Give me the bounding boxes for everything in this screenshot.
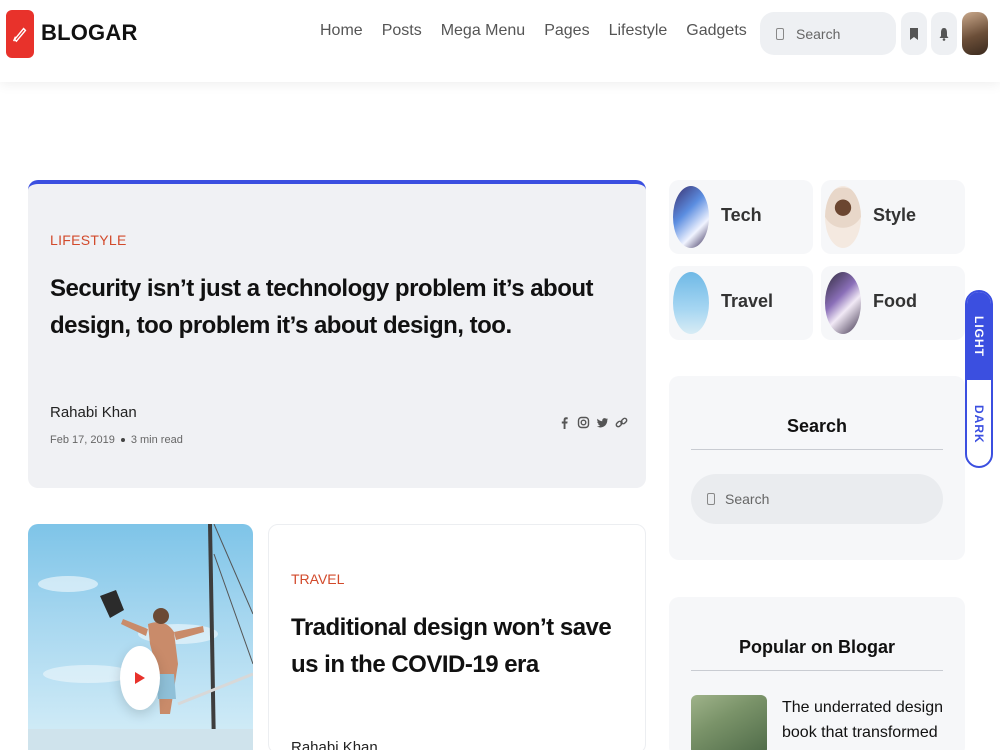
category-image [673,272,709,334]
dark-label: DARK [972,404,986,444]
theme-toggle[interactable]: LIGHT DARK [965,290,993,468]
featured-post-card[interactable]: LIFESTYLE Security isn’t just a technolo… [28,180,646,488]
bell-icon [939,27,949,41]
play-icon [135,672,145,684]
post-title[interactable]: Security isn’t just a technology problem… [50,270,610,344]
bookmark-icon [910,27,918,40]
instagram-icon[interactable] [577,416,590,429]
category-tech[interactable]: Tech [669,180,813,254]
post-title[interactable]: Traditional design won’t save us in the … [291,609,631,683]
light-label: LIGHT [972,315,986,357]
post-date: Feb 17, 2019 [50,434,115,446]
avatar[interactable] [962,12,988,55]
post-meta: Feb 17, 2019 3 min read [50,434,183,446]
header-search-placeholder: Search [796,25,841,42]
header-search-input[interactable]: Search [760,12,896,55]
brand-name[interactable]: BLOGAR [41,20,138,46]
post-read-time: 3 min read [130,434,183,446]
site-header: BLOGAR Home Posts Mega Menu Pages Lifest… [0,0,1000,82]
search-icon [707,493,715,505]
post-card[interactable]: TRAVEL Traditional design won’t save us … [268,524,646,750]
widget-title: Popular on Blogar [691,637,943,671]
category-image [825,186,861,248]
post-category[interactable]: LIFESTYLE [50,232,127,248]
popular-widget: Popular on Blogar The underrated design … [669,597,965,750]
link-icon[interactable] [615,416,628,429]
category-style[interactable]: Style [821,180,965,254]
nav-item-mega-menu[interactable]: Mega Menu [441,22,526,40]
category-name: Style [873,205,917,225]
nav-item-posts[interactable]: Posts [382,22,422,40]
dark-mode-button[interactable]: DARK [967,380,991,466]
search-widget: Search Search [669,376,965,560]
category-image [825,272,861,334]
post-author[interactable]: Rahabi Khan [50,404,137,421]
popular-post-thumbnail[interactable] [691,695,767,750]
category-image [673,186,709,248]
nav-item-gadgets[interactable]: Gadgets [686,22,746,40]
widget-title: Search [691,416,943,450]
nav-item-home[interactable]: Home [320,22,363,40]
nav-item-lifestyle[interactable]: Lifestyle [609,22,668,40]
play-button[interactable] [120,646,160,710]
sidebar-search-input[interactable]: Search [691,474,943,524]
search-icon [776,27,784,40]
category-name: Travel [721,291,774,311]
separator-dot [120,438,125,443]
main-nav: Home Posts Mega Menu Pages Lifestyle Gad… [320,22,766,40]
category-name: Food [873,291,917,311]
popular-post-title[interactable]: The underrated design book that transfor… [782,695,952,750]
notification-button[interactable] [931,12,957,55]
sidebar-search-placeholder: Search [725,491,770,507]
nav-item-pages[interactable]: Pages [544,22,589,40]
post-author[interactable]: Rahabi Khan [291,739,378,750]
share-links [558,416,628,429]
bookmark-button[interactable] [901,12,927,55]
twitter-icon[interactable] [596,416,609,429]
travel-photo [28,524,253,750]
pen-icon [13,27,27,43]
facebook-icon[interactable] [558,416,571,429]
post-thumbnail[interactable] [28,524,253,750]
category-food[interactable]: Food [821,266,965,340]
logo-icon[interactable] [6,10,34,58]
category-travel[interactable]: Travel [669,266,813,340]
light-mode-button[interactable]: LIGHT [967,292,991,380]
post-category[interactable]: TRAVEL [291,571,344,587]
category-name: Tech [721,205,762,225]
